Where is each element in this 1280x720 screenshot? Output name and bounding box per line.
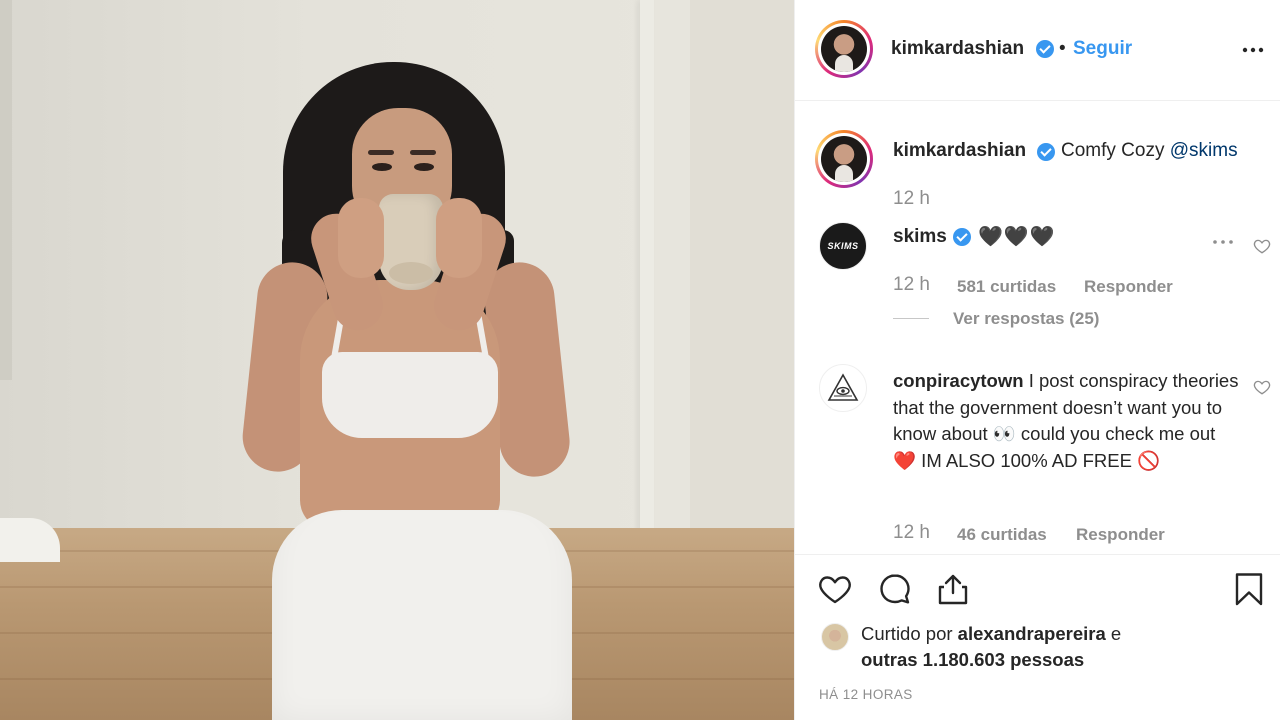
reply-button[interactable]: Responder bbox=[1084, 277, 1173, 297]
reply-button[interactable]: Responder bbox=[1076, 525, 1165, 545]
comment-like-heart-icon[interactable] bbox=[1253, 378, 1271, 396]
share-icon[interactable] bbox=[935, 571, 971, 607]
caption-timestamp[interactable]: 12 h bbox=[893, 188, 930, 210]
liked-by-text: Curtido por alexandrapereira e bbox=[861, 623, 1122, 644]
verified-badge-icon bbox=[1037, 143, 1055, 161]
author-username[interactable]: kimkardashian bbox=[891, 38, 1024, 60]
post-side-panel: kimkardashian • Seguir kimkardashian Com… bbox=[794, 0, 1280, 720]
comment-icon[interactable] bbox=[877, 571, 913, 607]
liker-username[interactable]: alexandrapereira bbox=[958, 623, 1106, 644]
comment-text: 🖤🖤🖤 bbox=[978, 226, 1056, 248]
view-replies-button[interactable]: Ver respostas (25) bbox=[953, 309, 1099, 329]
post-timestamp[interactable]: HÁ 12 HORAS bbox=[819, 687, 913, 702]
bookmark-icon[interactable] bbox=[1231, 571, 1267, 607]
wall-panel bbox=[0, 0, 12, 380]
caption-author-avatar[interactable] bbox=[815, 130, 873, 188]
caption-username[interactable]: kimkardashian bbox=[893, 140, 1026, 162]
liker-avatar[interactable] bbox=[821, 623, 849, 651]
comment-timestamp[interactable]: 12 h bbox=[893, 274, 930, 296]
separator-dot: • bbox=[1059, 38, 1066, 59]
post-header: kimkardashian • Seguir bbox=[795, 0, 1280, 101]
comment-timestamp[interactable]: 12 h bbox=[893, 522, 930, 544]
comment-likes-count[interactable]: 581 curtidas bbox=[957, 277, 1056, 297]
comment-username[interactable]: skims bbox=[893, 226, 947, 248]
author-avatar[interactable] bbox=[815, 20, 873, 78]
verified-badge-icon bbox=[1036, 40, 1054, 58]
caption-text: Comfy Cozy @skims bbox=[1061, 140, 1238, 161]
verified-badge-icon bbox=[953, 228, 971, 246]
replies-divider-line bbox=[893, 318, 929, 319]
post-actions: Curtido por alexandrapereira e outras 1.… bbox=[795, 554, 1280, 720]
comments-section[interactable]: kimkardashian Comfy Cozy @skims 12 h SKI… bbox=[795, 102, 1280, 554]
comment-likes-count[interactable]: 46 curtidas bbox=[957, 525, 1047, 545]
post-photo[interactable] bbox=[0, 0, 794, 720]
comment-more-icon[interactable] bbox=[1211, 236, 1235, 248]
more-options-icon[interactable] bbox=[1241, 38, 1265, 62]
follow-button[interactable]: Seguir bbox=[1073, 38, 1132, 60]
comment-username[interactable]: conpiracytown bbox=[893, 370, 1024, 391]
comment-like-heart-icon[interactable] bbox=[1253, 237, 1271, 255]
likes-count-link[interactable]: outras 1.180.603 pessoas bbox=[861, 649, 1084, 671]
comment-body: conpiracytown I post conspiracy theories… bbox=[893, 368, 1243, 474]
chair bbox=[0, 518, 60, 562]
all-seeing-eye-icon bbox=[827, 373, 859, 401]
conpiracytown-avatar[interactable] bbox=[819, 364, 867, 412]
skims-avatar[interactable]: SKIMS bbox=[819, 222, 867, 270]
heart-icon[interactable] bbox=[817, 571, 853, 607]
caption-mention-link[interactable]: @skims bbox=[1170, 140, 1238, 161]
